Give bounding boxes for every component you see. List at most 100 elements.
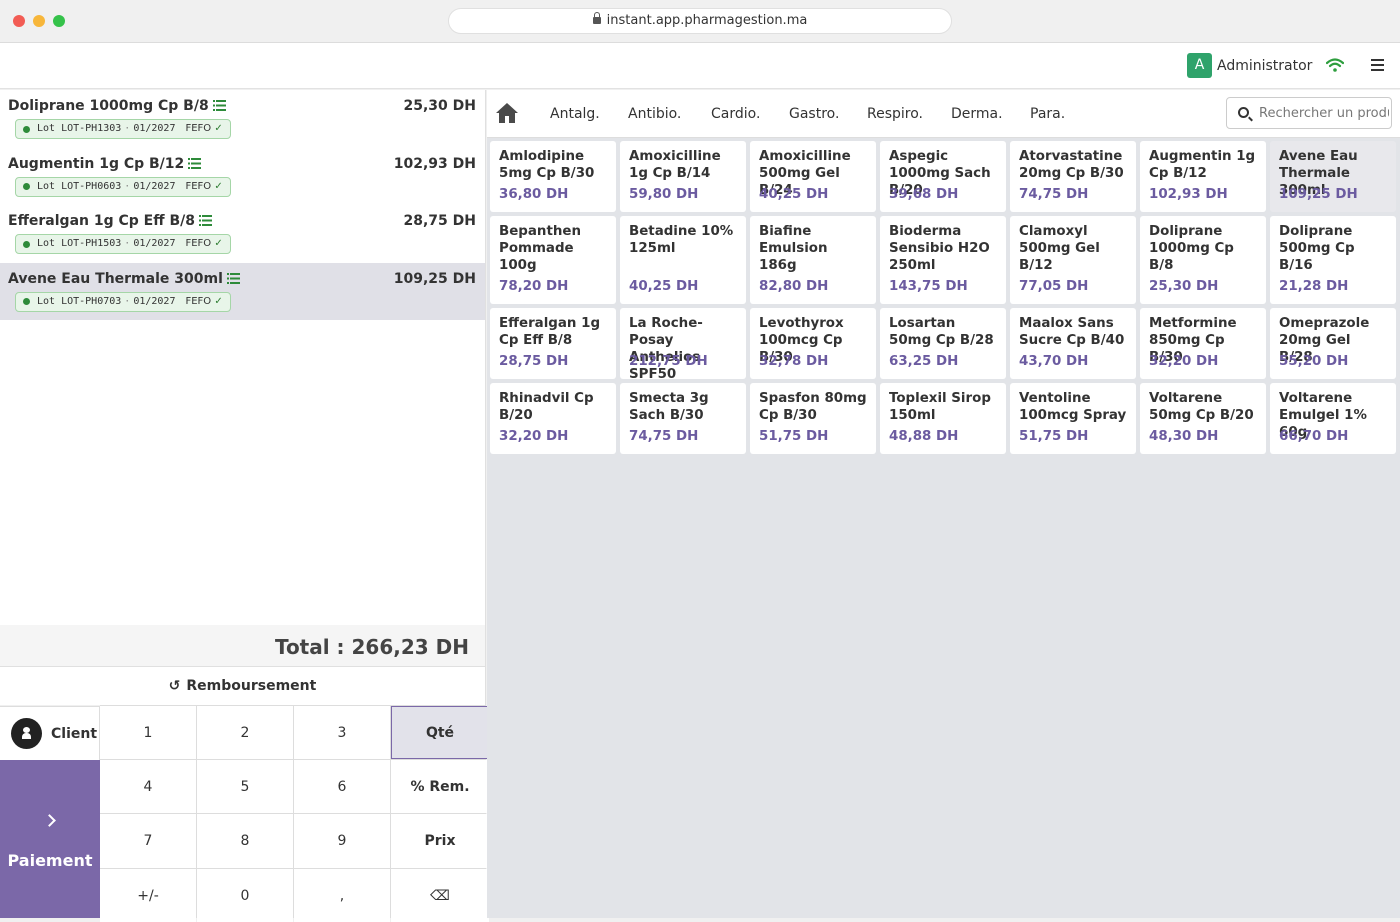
numpad-key-0[interactable]: 0 (197, 869, 293, 922)
product-name: Losartan 50mg Cp B/28 (889, 316, 994, 348)
product-grid: Amlodipine 5mg Cp B/30 36,80 DH Amoxicilli… (490, 141, 1396, 454)
price-mode-button[interactable]: Prix (391, 814, 489, 868)
order-total: Total : 266,23 DH (274, 635, 469, 659)
product-name: Amlodipine 5mg Cp B/30 (499, 149, 595, 181)
numpad-key-9[interactable]: 9 (294, 814, 390, 868)
category-gastro[interactable]: Gastro. (789, 106, 839, 122)
product-tile[interactable]: Aspegic 1000mg Sach B/20 39,68 DH (880, 141, 1006, 212)
fefo-badge: FEFO ✓ (185, 180, 223, 192)
product-tile[interactable]: Bioderma Sensibio H2O 250ml 143,75 DH (880, 216, 1006, 304)
product-tile[interactable]: La Roche-Posay Anthelios SPF50 212,75 DH (620, 308, 746, 382)
category-cardio[interactable]: Cardio. (711, 106, 760, 122)
product-tile[interactable]: Rhinadvil Cp B/20 32,20 DH (490, 383, 616, 454)
status-dot-icon (23, 183, 30, 190)
product-name: Clamoxyl 500mg Gel B/12 (1019, 224, 1100, 273)
payment-label: Paiement (7, 851, 93, 870)
product-tile[interactable]: Amoxicilline 1g Cp B/14 59,80 DH (620, 141, 746, 212)
product-tile[interactable]: Losartan 50mg Cp B/28 63,25 DH (880, 308, 1006, 379)
product-tile[interactable]: Augmentin 1g Cp B/12 102,93 DH (1140, 141, 1266, 212)
product-tile[interactable]: Atorvastatine 20mg Cp B/30 74,75 DH (1010, 141, 1136, 212)
lot-badge[interactable]: Lot LOT-PH0603 · 01/2027 FEFO ✓ (15, 176, 231, 197)
product-price: 78,20 DH (499, 279, 569, 294)
refund-button[interactable]: ↺ Remboursement (0, 667, 486, 705)
maximize-window-button[interactable] (53, 15, 65, 27)
numpad-key-4[interactable]: 4 (100, 760, 196, 813)
product-price: 39,68 DH (889, 187, 959, 202)
numpad-key-5[interactable]: 5 (197, 760, 293, 813)
product-tile[interactable]: Voltarene 50mg Cp B/20 48,30 DH (1140, 383, 1266, 454)
product-tile[interactable]: Maalox Sans Sucre Cp B/40 43,70 DH (1010, 308, 1136, 379)
numpad-key-7[interactable]: 7 (100, 814, 196, 868)
numpad-decimal[interactable]: , (294, 869, 390, 922)
lot-badge[interactable]: Lot LOT-PH0703 · 01/2027 FEFO ✓ (15, 291, 231, 312)
numpad-key-3[interactable]: 3 (294, 706, 390, 759)
search-box (1226, 97, 1392, 129)
product-tile[interactable]: Clamoxyl 500mg Gel B/12 77,05 DH (1010, 216, 1136, 304)
product-tile[interactable]: Biafine Emulsion 186g 82,80 DH (750, 216, 876, 304)
home-icon[interactable] (495, 102, 519, 124)
lot-badge[interactable]: Lot LOT-PH1303 · 01/2027 FEFO ✓ (15, 119, 231, 139)
minimize-window-button[interactable] (33, 15, 45, 27)
numpad: 1 2 3 Qté 4 5 6 % Rem. 7 8 9 Prix +/- 0 … (100, 705, 489, 922)
discount-mode-button[interactable]: % Rem. (391, 760, 489, 813)
product-tile[interactable]: Spasfon 80mg Cp B/30 51,75 DH (750, 383, 876, 454)
fefo-badge: FEFO ✓ (185, 238, 223, 249)
user-menu[interactable]: A Administrator (1187, 53, 1312, 78)
product-tile[interactable]: Bepanthen Pommade 100g 78,20 DH (490, 216, 616, 304)
numpad-key-8[interactable]: 8 (197, 814, 293, 868)
address-bar[interactable]: instant.app.pharmagestion.ma (448, 8, 952, 34)
product-tile[interactable]: Amlodipine 5mg Cp B/30 36,80 DH (490, 141, 616, 212)
payment-button[interactable]: Paiement (0, 760, 100, 918)
category-derma[interactable]: Derma. (951, 106, 1003, 122)
product-tile[interactable]: Metformine 850mg Cp B/30 32,20 DH (1140, 308, 1266, 379)
product-tile[interactable]: Efferalgan 1g Cp Eff B/8 28,75 DH (490, 308, 616, 379)
order-line[interactable]: Efferalgan 1g Cp Eff B/8 28,75 DH Lot LO… (0, 205, 485, 263)
lot-date: 01/2027 (133, 180, 176, 192)
order-line-selected[interactable]: Avene Eau Thermale 300ml 109,25 DH Lot L… (0, 262, 485, 320)
product-tile[interactable]: Doliprane 500mg Cp B/16 21,28 DH (1270, 216, 1396, 304)
product-price: 48,30 DH (1149, 429, 1219, 444)
lot-badge[interactable]: Lot LOT-PH1503 · 01/2027 FEFO ✓ (15, 234, 231, 254)
numpad-key-1[interactable]: 1 (100, 706, 196, 759)
product-tile[interactable]: Voltarene Emulgel 1% 60g 66,70 DH (1270, 383, 1396, 454)
product-name: Atorvastatine 20mg Cp B/30 (1019, 149, 1124, 181)
category-para[interactable]: Para. (1030, 106, 1065, 122)
category-antibio[interactable]: Antibio. (628, 106, 681, 122)
avatar: A (1187, 53, 1212, 78)
order-line[interactable]: Doliprane 1000mg Cp B/8 25,30 DH Lot LOT… (0, 90, 485, 148)
client-button[interactable]: Client (0, 706, 100, 760)
numpad-sign-toggle[interactable]: +/- (100, 869, 196, 922)
product-tile[interactable]: Levothyrox 100mcg Cp B/30 32,78 DH (750, 308, 876, 379)
close-window-button[interactable] (13, 15, 25, 27)
wifi-icon (1326, 58, 1344, 72)
search-input[interactable] (1259, 98, 1389, 128)
product-name: Toplexil Sirop 150ml (889, 391, 991, 423)
product-name: Smecta 3g Sach B/30 (629, 391, 709, 423)
numpad-key-2[interactable]: 2 (197, 706, 293, 759)
menu-icon[interactable] (1371, 59, 1384, 71)
product-tile[interactable]: Avene Eau Thermale 300ml 109,25 DH (1270, 141, 1396, 212)
product-tile[interactable]: Betadine 10% 125ml 40,25 DH (620, 216, 746, 304)
product-price: 51,75 DH (1019, 429, 1089, 444)
category-respiro[interactable]: Respiro. (867, 106, 923, 122)
user-name: Administrator (1217, 57, 1313, 74)
numpad-key-6[interactable]: 6 (294, 760, 390, 813)
product-tile[interactable]: Doliprane 1000mg Cp B/8 25,30 DH (1140, 216, 1266, 304)
product-tile[interactable]: Amoxicilline 500mg Gel B/24 40,25 DH (750, 141, 876, 212)
product-name: Spasfon 80mg Cp B/30 (759, 391, 867, 423)
order-line-price: 102,93 DH (393, 155, 476, 172)
app-header: A Administrator (0, 43, 1400, 89)
list-icon (188, 157, 202, 169)
search-icon (1238, 107, 1249, 118)
product-price: 59,80 DH (629, 187, 699, 202)
backspace-icon[interactable]: ⌫ (391, 869, 489, 922)
product-tile[interactable]: Toplexil Sirop 150ml 48,88 DH (880, 383, 1006, 454)
lot-date: 01/2027 (133, 238, 176, 249)
product-tile[interactable]: Omeprazole 20mg Gel B/28 55,20 DH (1270, 308, 1396, 379)
order-line[interactable]: Augmentin 1g Cp B/12 102,93 DH Lot LOT-P… (0, 148, 485, 206)
product-price: 143,75 DH (889, 279, 968, 294)
category-antalg[interactable]: Antalg. (550, 106, 600, 122)
product-tile[interactable]: Ventoline 100mcg Spray 51,75 DH (1010, 383, 1136, 454)
quantity-mode-button[interactable]: Qté (391, 706, 489, 759)
product-tile[interactable]: Smecta 3g Sach B/30 74,75 DH (620, 383, 746, 454)
